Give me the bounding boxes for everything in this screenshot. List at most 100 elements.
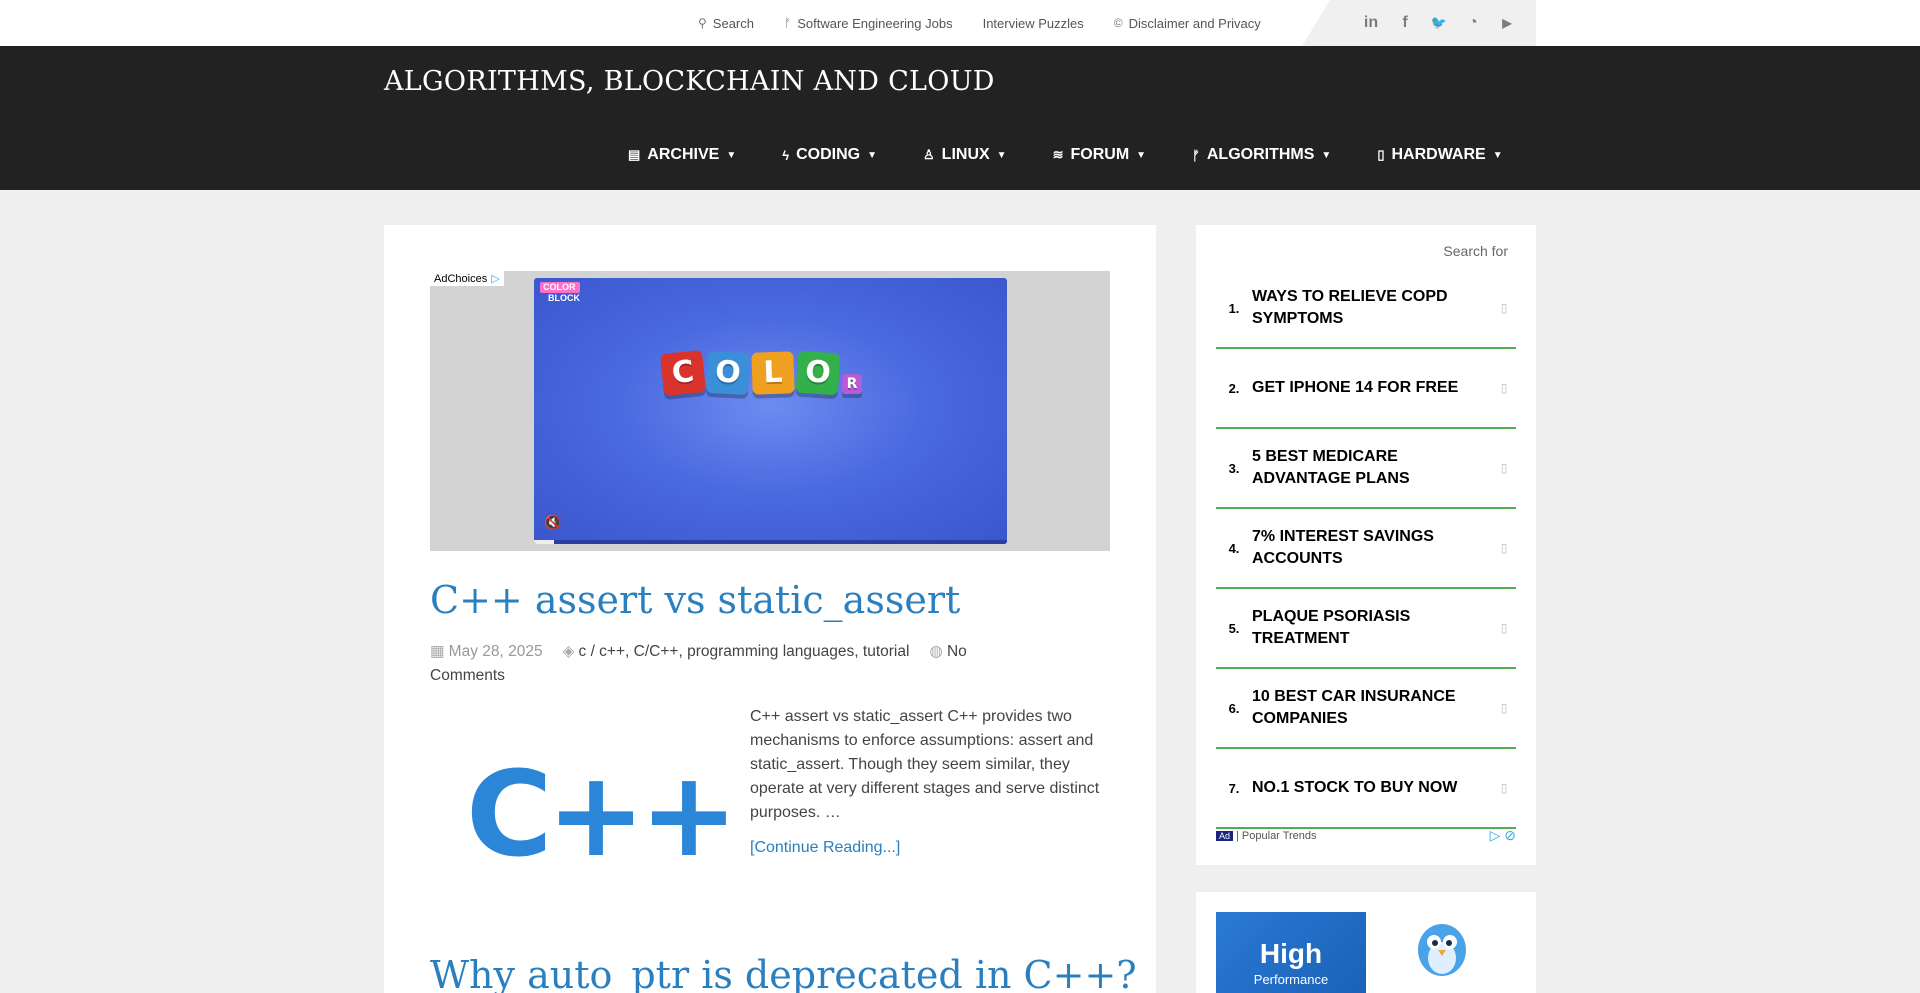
letter-tile: O	[705, 350, 751, 396]
chevron-right-icon: ▯	[1500, 541, 1508, 555]
nav-item-archive[interactable]: ▤ ARCHIVE ▼	[628, 146, 736, 164]
site-title[interactable]: ALGORITHMS, BLOCKCHAIN AND CLOUD	[384, 66, 995, 97]
copyright-icon: ©	[1113, 16, 1123, 30]
top-nav: ⚲ Search ᚠ Software Engineering Jobs Int…	[698, 0, 1291, 46]
promo-heading: High	[1259, 938, 1323, 969]
tag-link[interactable]: c / c++	[579, 643, 626, 660]
nav-item-hardware[interactable]: ▯ HARDWARE ▼	[1377, 146, 1502, 164]
caret-down-icon: ▼	[1321, 149, 1332, 161]
chevron-right-icon: ▯	[1500, 461, 1508, 475]
top-link-disclaimer[interactable]: © Disclaimer and Privacy	[1114, 16, 1261, 31]
video-progress-bar[interactable]	[534, 540, 1007, 544]
facebook-icon[interactable]: f	[1388, 14, 1422, 32]
nav-item-algorithms[interactable]: ᚠ ALGORITHMS ▼	[1192, 146, 1331, 164]
chevron-right-icon: ▯	[1500, 781, 1508, 795]
adchoices-icon[interactable]: ▷ ⊘	[1490, 827, 1516, 844]
ad-text: GET IPHONE 14 FOR FREE	[1252, 379, 1459, 396]
rss-icon[interactable]: ◔	[1456, 14, 1490, 32]
ad-list-item[interactable]: 3. 5 BEST MEDICARE ADVANTAGE PLANS ▯	[1216, 429, 1516, 509]
mute-icon[interactable]: 🔇	[544, 514, 561, 531]
hardware-icon: ▯	[1377, 147, 1385, 162]
adchoices-badge[interactable]: AdChoices ▷	[430, 271, 504, 286]
forum-icon: ≋	[1052, 147, 1064, 162]
game-logo-top: COLOR	[540, 282, 580, 293]
ad-list-item[interactable]: 1. WAYS TO RELIEVE COPD SYMPTOMS ▯	[1216, 269, 1516, 349]
archive-icon: ▤	[628, 147, 641, 162]
tags-icon: ◈	[562, 643, 575, 660]
chevron-right-icon: ▯	[1500, 701, 1508, 715]
nav-item-linux[interactable]: ♙ LINUX ▼	[923, 146, 1007, 164]
post-title[interactable]: C++ assert vs static_assert	[430, 578, 960, 622]
post-title[interactable]: Why auto_ptr is deprecated in C++?	[430, 953, 1137, 993]
nav-label: ALGORITHMS	[1206, 146, 1315, 163]
ad-number: 2.	[1228, 380, 1240, 396]
linkedin-icon[interactable]: in	[1354, 14, 1388, 32]
caret-down-icon: ▼	[1492, 149, 1503, 161]
post-date: May 28, 2025	[448, 643, 543, 660]
nav-item-coding[interactable]: ϟ CODING ▼	[782, 146, 877, 164]
ad-text: 10 BEST CAR INSURANCE COMPANIES	[1252, 688, 1456, 727]
top-link-label: Interview Puzzles	[982, 15, 1084, 31]
adchoices-label: AdChoices	[434, 272, 488, 285]
ad-footer: Ad | Popular Trends ▷ ⊘	[1216, 827, 1516, 844]
video-frame[interactable]: COLOR BLOCK COLOR 🔇	[534, 278, 1007, 544]
youtube-icon[interactable]: ▶	[1490, 16, 1524, 30]
top-link-jobs[interactable]: ᚠ Software Engineering Jobs	[784, 16, 953, 31]
bolt-icon: ϟ	[782, 147, 790, 163]
tag-link[interactable]: tutorial	[863, 643, 910, 660]
tag-link[interactable]: programming languages	[687, 643, 854, 660]
cpp-logo: C++	[466, 745, 738, 883]
ad-number: 3.	[1228, 460, 1240, 476]
nav-label: HARDWARE	[1391, 146, 1486, 163]
nav-item-forum[interactable]: ≋ FORUM ▼	[1053, 146, 1146, 164]
tag-link[interactable]: C/C++	[634, 643, 679, 660]
nav-label: LINUX	[941, 146, 990, 163]
top-link-label: Disclaimer and Privacy	[1128, 15, 1261, 31]
ad-list-item[interactable]: 2. GET IPHONE 14 FOR FREE ▯	[1216, 349, 1516, 429]
code-branch-icon: ᚠ	[1192, 147, 1200, 163]
bird-mascot-icon	[1418, 924, 1466, 976]
letter-tile: R	[842, 374, 862, 394]
twitter-icon[interactable]: 🐦	[1422, 15, 1456, 31]
continue-reading-link[interactable]: [Continue Reading...]	[750, 839, 900, 857]
ad-list-item[interactable]: 5. PLAQUE PSORIASIS TREATMENT ▯	[1216, 589, 1516, 669]
promo-banner[interactable]: High Performance	[1216, 912, 1366, 993]
post-thumbnail[interactable]: C++	[430, 725, 738, 883]
ad-list-item[interactable]: 6. 10 BEST CAR INSURANCE COMPANIES ▯	[1216, 669, 1516, 749]
game-logo: COLOR BLOCK	[540, 282, 580, 304]
ad-list-item[interactable]: 7. NO.1 STOCK TO BUY NOW ▯	[1216, 749, 1516, 829]
caret-down-icon: ▼	[726, 149, 737, 161]
ad-list-item[interactable]: 4. 7% INTEREST SAVINGS ACCOUNTS ▯	[1216, 509, 1516, 589]
letter-tile: O	[795, 350, 841, 396]
game-logo-bottom: BLOCK	[548, 293, 580, 303]
nav-label: CODING	[796, 146, 861, 163]
ad-number: 1.	[1228, 300, 1240, 316]
nav-label: ARCHIVE	[647, 146, 720, 163]
calendar-icon: ▦	[430, 643, 445, 660]
code-branch-icon: ᚠ	[784, 16, 792, 30]
ad-text: WAYS TO RELIEVE COPD SYMPTOMS	[1252, 288, 1448, 327]
comments-icon: ◍	[929, 643, 943, 660]
search-for-label: Search for	[1443, 243, 1508, 259]
linux-icon: ♙	[923, 147, 935, 162]
video-ad[interactable]: AdChoices ▷ COLOR BLOCK COLOR 🔇	[430, 271, 1110, 551]
ad-number: 7.	[1228, 780, 1240, 796]
ad-text: PLAQUE PSORIASIS TREATMENT	[1252, 608, 1411, 647]
top-link-puzzles[interactable]: Interview Puzzles	[983, 16, 1084, 31]
chevron-right-icon: ▯	[1500, 381, 1508, 395]
post-excerpt: C++ assert vs static_assert C++ provides…	[750, 708, 1100, 821]
nav-label: FORUM	[1070, 146, 1130, 163]
letter-tile: L	[751, 351, 795, 395]
top-bar: ⚲ Search ᚠ Software Engineering Jobs Int…	[0, 0, 1920, 46]
ad-number: 5.	[1228, 620, 1240, 636]
ad-number: 4.	[1228, 540, 1240, 556]
caret-down-icon: ▼	[996, 149, 1007, 161]
main-content: AdChoices ▷ COLOR BLOCK COLOR 🔇 C++ asse…	[384, 225, 1156, 993]
post-meta: ▦ May 28, 2025 ◈ c / c++, C/C++, programmin…	[430, 643, 967, 684]
caret-down-icon: ▼	[867, 149, 878, 161]
ad-number: 6.	[1228, 700, 1240, 716]
letter-tiles: COLOR	[659, 349, 865, 397]
top-link-search[interactable]: ⚲ Search	[698, 16, 754, 31]
top-link-label: Software Engineering Jobs	[797, 15, 953, 31]
promo-subheading: Performance	[1253, 972, 1329, 987]
